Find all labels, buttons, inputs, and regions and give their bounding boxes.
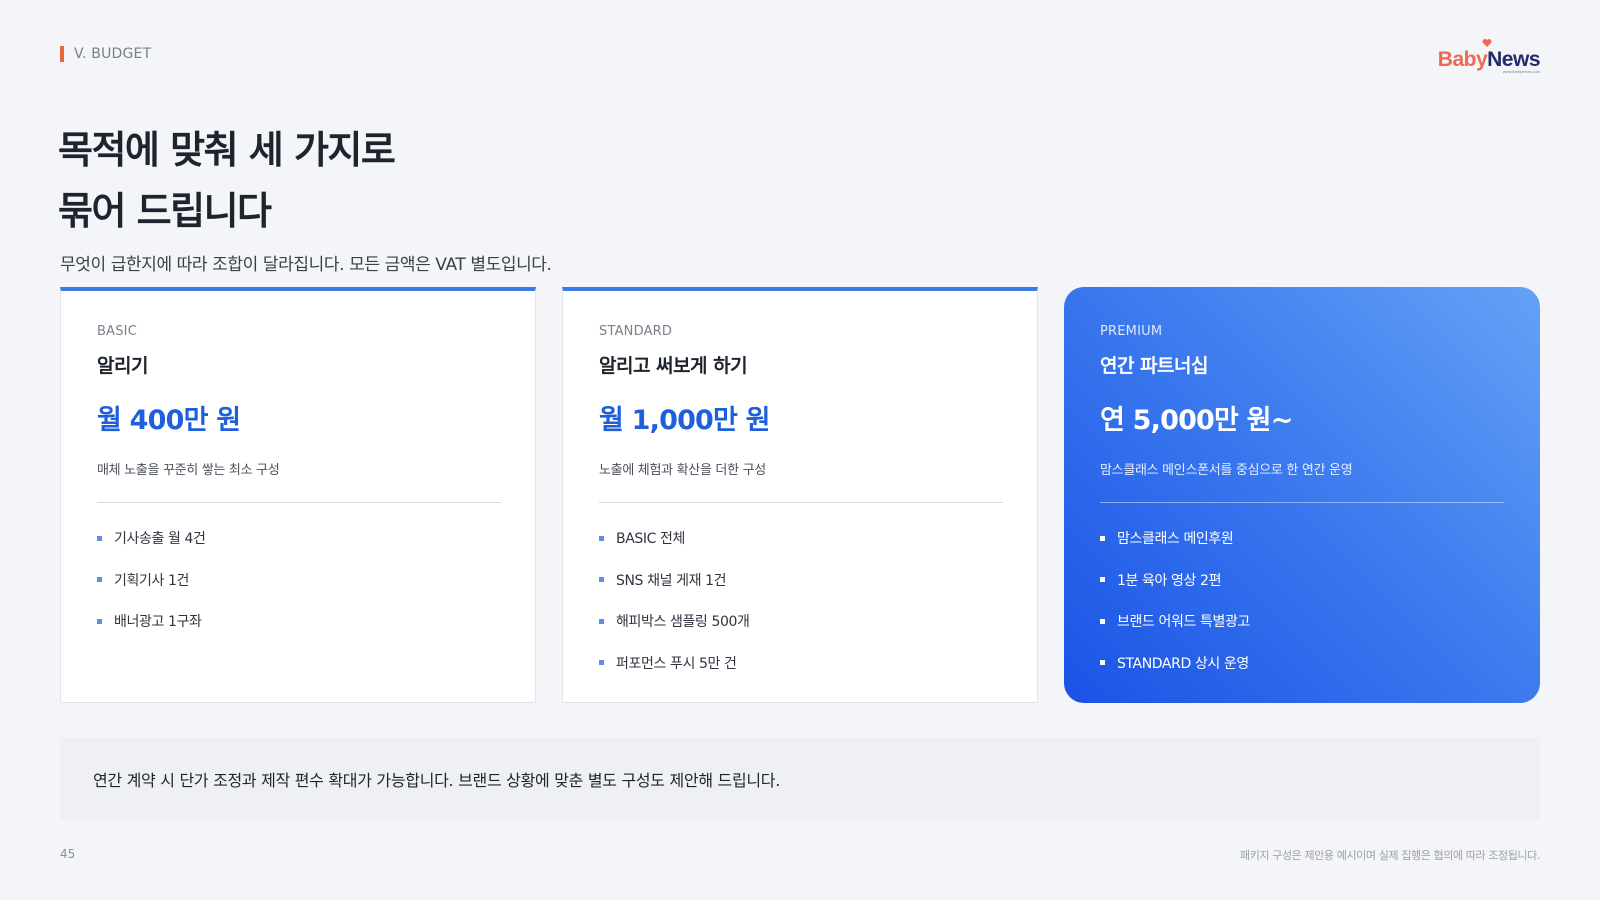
list-item: 퍼포먼스 푸시 5만 건 [599,654,1001,672]
section-label: V. BUDGET [74,46,152,62]
plan-tier: BASIC [97,324,137,339]
plan-price: 월 1,000만 원 [599,405,771,436]
list-item: 해피박스 샘플링 500개 [599,612,1001,630]
contract-note-text: 연간 계약 시 단가 조정과 제작 편수 확대가 가능합니다. 브랜드 상황에 … [93,771,781,790]
list-item-label: 배너광고 1구좌 [114,614,202,630]
list-item-label: 기사송출 월 4건 [114,531,206,547]
divider [599,502,1003,503]
list-item: 브랜드 어워드 특별광고 [1100,612,1504,630]
list-item: SNS 채널 게재 1건 [599,571,1001,589]
list-item-label: 브랜드 어워드 특별광고 [1117,614,1250,630]
list-item-label: BASIC 전체 [616,531,685,547]
list-item: 배너광고 1구좌 [97,612,499,630]
plan-card-standard: STANDARD 알리고 써보게 하기 월 1,000만 원 노출에 체험과 확… [562,287,1038,703]
plan-price: 월 400만 원 [97,405,241,436]
contract-note: 연간 계약 시 단가 조정과 제작 편수 확대가 가능합니다. 브랜드 상황에 … [60,738,1540,820]
plan-items: BASIC 전체 SNS 채널 게재 1건 해피박스 샘플링 500개 퍼포먼스… [599,529,1001,672]
list-item: 기획기사 1건 [97,571,499,589]
footnote: 패키지 구성은 제안용 예시이며 실제 집행은 협의에 따라 조정됩니다. [1239,849,1540,862]
plan-card-premium: PREMIUM 연간 파트너십 연 5,000만 원~ 맘스클래스 메인스폰서를… [1064,287,1540,703]
page-title-line-2: 묶어 드립니다 [58,189,272,233]
page-number: 45 [60,847,76,861]
plan-price: 연 5,000만 원~ [1100,405,1293,436]
page-title-line-1: 목적에 맞춰 세 가지로 [58,128,396,172]
plan-name: 알리기 [97,355,148,377]
heart-icon [1482,39,1492,47]
plan-items: 맘스클래스 메인후원 1분 육아 영상 2편 브랜드 어워드 특별광고 STAN… [1100,529,1504,672]
square-bullet-icon [599,660,604,665]
page-subtitle: 무엇이 급한지에 따라 조합이 달라집니다. 모든 금액은 VAT 별도입니다. [60,255,552,275]
plan-tier: PREMIUM [1100,324,1163,339]
square-bullet-icon [599,618,604,624]
list-item-label: SNS 채널 게재 1건 [616,572,727,589]
plan-description: 매체 노출을 꾸준히 쌓는 최소 구성 [97,463,280,478]
divider [97,502,501,503]
list-item: 기사송출 월 4건 [97,529,499,547]
section-marker [60,46,64,62]
square-bullet-icon [97,577,102,582]
list-item: STANDARD 상시 운영 [1100,654,1504,672]
plan-name: 연간 파트너십 [1100,355,1209,377]
list-item-label: 1분 육아 영상 2편 [1117,572,1222,589]
plan-tier: STANDARD [599,324,673,339]
list-item: 1분 육아 영상 2편 [1100,571,1504,589]
list-item-label: 기획기사 1건 [114,572,189,589]
plan-description: 맘스클래스 메인스폰서를 중심으로 한 연간 운영 [1100,463,1353,478]
square-bullet-icon [599,577,604,582]
list-item: 맘스클래스 메인후원 [1100,529,1504,547]
list-item-label: 해피박스 샘플링 500개 [616,614,750,630]
logo-text-baby: Baby [1437,48,1488,71]
list-item-label: 맘스클래스 메인후원 [1117,531,1234,547]
square-bullet-icon [599,535,604,541]
list-item: BASIC 전체 [599,529,1001,547]
page-title: 목적에 맞춰 세 가지로 묶어 드립니다 [58,120,396,242]
plan-name: 알리고 써보게 하기 [599,355,748,377]
square-bullet-icon [1100,535,1105,541]
logo-tagline: www.ibabynews.com [1502,69,1540,74]
list-item-label: 퍼포먼스 푸시 5만 건 [616,655,737,672]
plan-description: 노출에 체험과 확산을 더한 구성 [599,463,766,478]
square-bullet-icon [1100,660,1105,665]
section-tag: V. BUDGET [60,46,151,62]
list-item-label: STANDARD 상시 운영 [1117,655,1249,672]
square-bullet-icon [1100,618,1105,624]
square-bullet-icon [97,618,102,624]
divider [1100,502,1504,503]
square-bullet-icon [1100,577,1105,582]
babynews-logo: Baby News www.ibabynews.com [1437,39,1540,74]
plan-items: 기사송출 월 4건 기획기사 1건 배너광고 1구좌 [97,529,499,630]
square-bullet-icon [97,535,102,541]
plan-card-basic: BASIC 알리기 월 400만 원 매체 노출을 꾸준히 쌓는 최소 구성 기… [60,287,536,703]
